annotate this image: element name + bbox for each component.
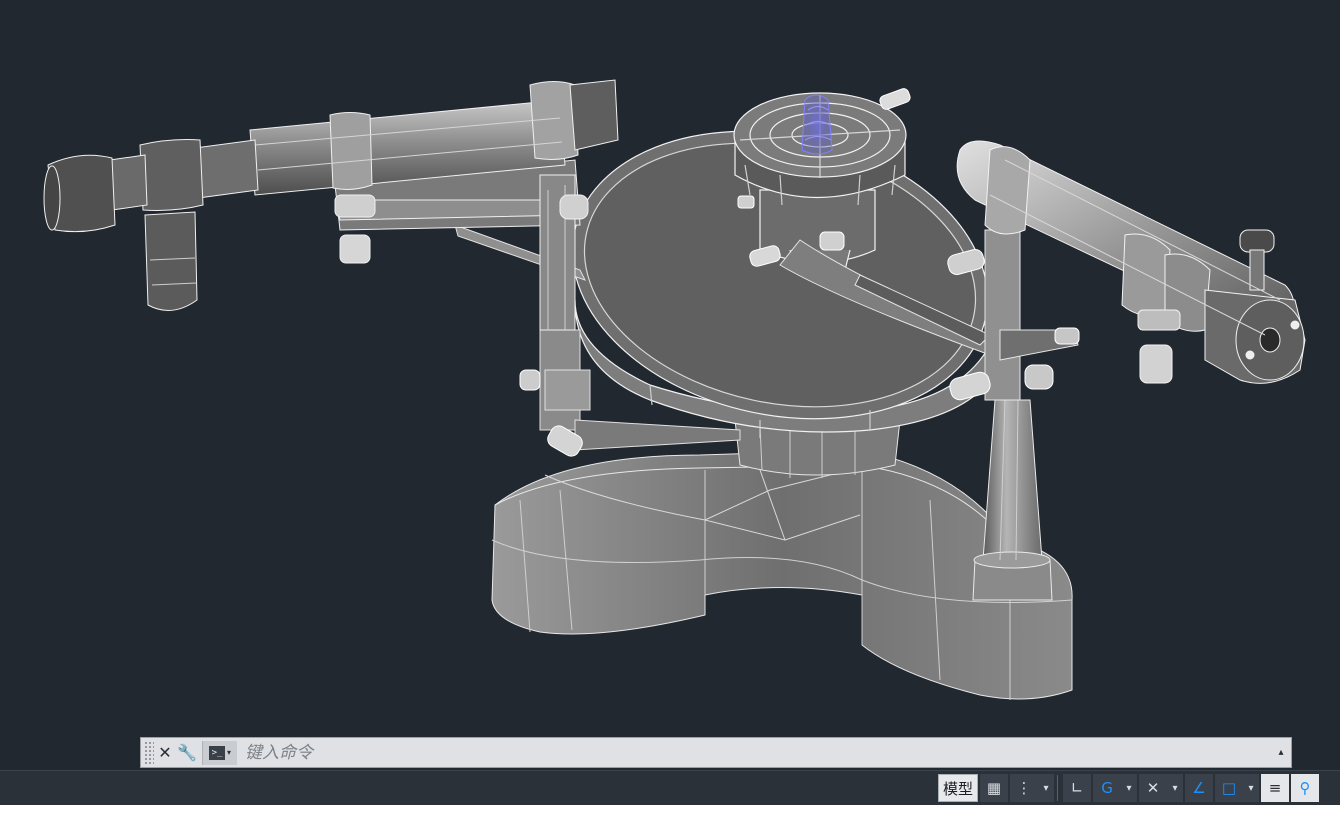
osnap-dropdown-icon[interactable]: ▾ <box>1243 774 1260 802</box>
object-snap-tracking-icon[interactable]: ✕ <box>1139 774 1168 802</box>
polar-tracking-icon[interactable]: G <box>1093 774 1122 802</box>
close-icon[interactable]: ✕ <box>154 741 176 765</box>
command-line[interactable]: ✕ 🔧 >_ ▾ ▴ <box>140 737 1292 768</box>
grid-icon[interactable]: ▦ <box>980 774 1009 802</box>
separator <box>1057 775 1059 801</box>
snap-dropdown-icon[interactable]: ▾ <box>1038 774 1055 802</box>
command-prompt-icon: >_ <box>208 745 225 760</box>
chevron-down-icon: ▾ <box>226 748 231 757</box>
window-bottom-edge <box>0 805 1340 838</box>
expand-history-icon[interactable]: ▴ <box>1271 741 1291 765</box>
command-input[interactable] <box>237 739 1271 766</box>
object-snap-icon[interactable]: □ <box>1215 774 1244 802</box>
customize-wrench-icon[interactable]: 🔧 <box>176 741 198 765</box>
recent-commands-button[interactable]: >_ ▾ <box>202 740 237 765</box>
isodraft-icon[interactable]: ∠ <box>1185 774 1214 802</box>
spectrometer-3d-model <box>43 79 1306 700</box>
snap-icon[interactable]: ⋮ <box>1010 774 1039 802</box>
polar-dropdown-icon[interactable]: ▾ <box>1121 774 1138 802</box>
tracking-dropdown-icon[interactable]: ▾ <box>1167 774 1184 802</box>
status-bar: 模型 ▦ ⋮ ▾ ∟ G ▾ ✕ ▾ ∠ □ ▾ ≡ ⚲ <box>0 770 1340 805</box>
left-telescope <box>43 79 619 331</box>
lineweight-icon[interactable]: ≡ <box>1261 774 1290 802</box>
command-line-grip[interactable] <box>144 740 154 765</box>
annotation-scale-icon[interactable]: ⚲ <box>1291 774 1320 802</box>
support-post <box>972 399 1053 601</box>
status-bar-toggles: 模型 ▦ ⋮ ▾ ∟ G ▾ ✕ ▾ ∠ □ ▾ ≡ ⚲ <box>938 773 1320 803</box>
prism <box>801 94 833 155</box>
model-space-button[interactable]: 模型 <box>938 774 979 802</box>
ortho-icon[interactable]: ∟ <box>1063 774 1092 802</box>
model-viewport[interactable] <box>0 0 1340 770</box>
